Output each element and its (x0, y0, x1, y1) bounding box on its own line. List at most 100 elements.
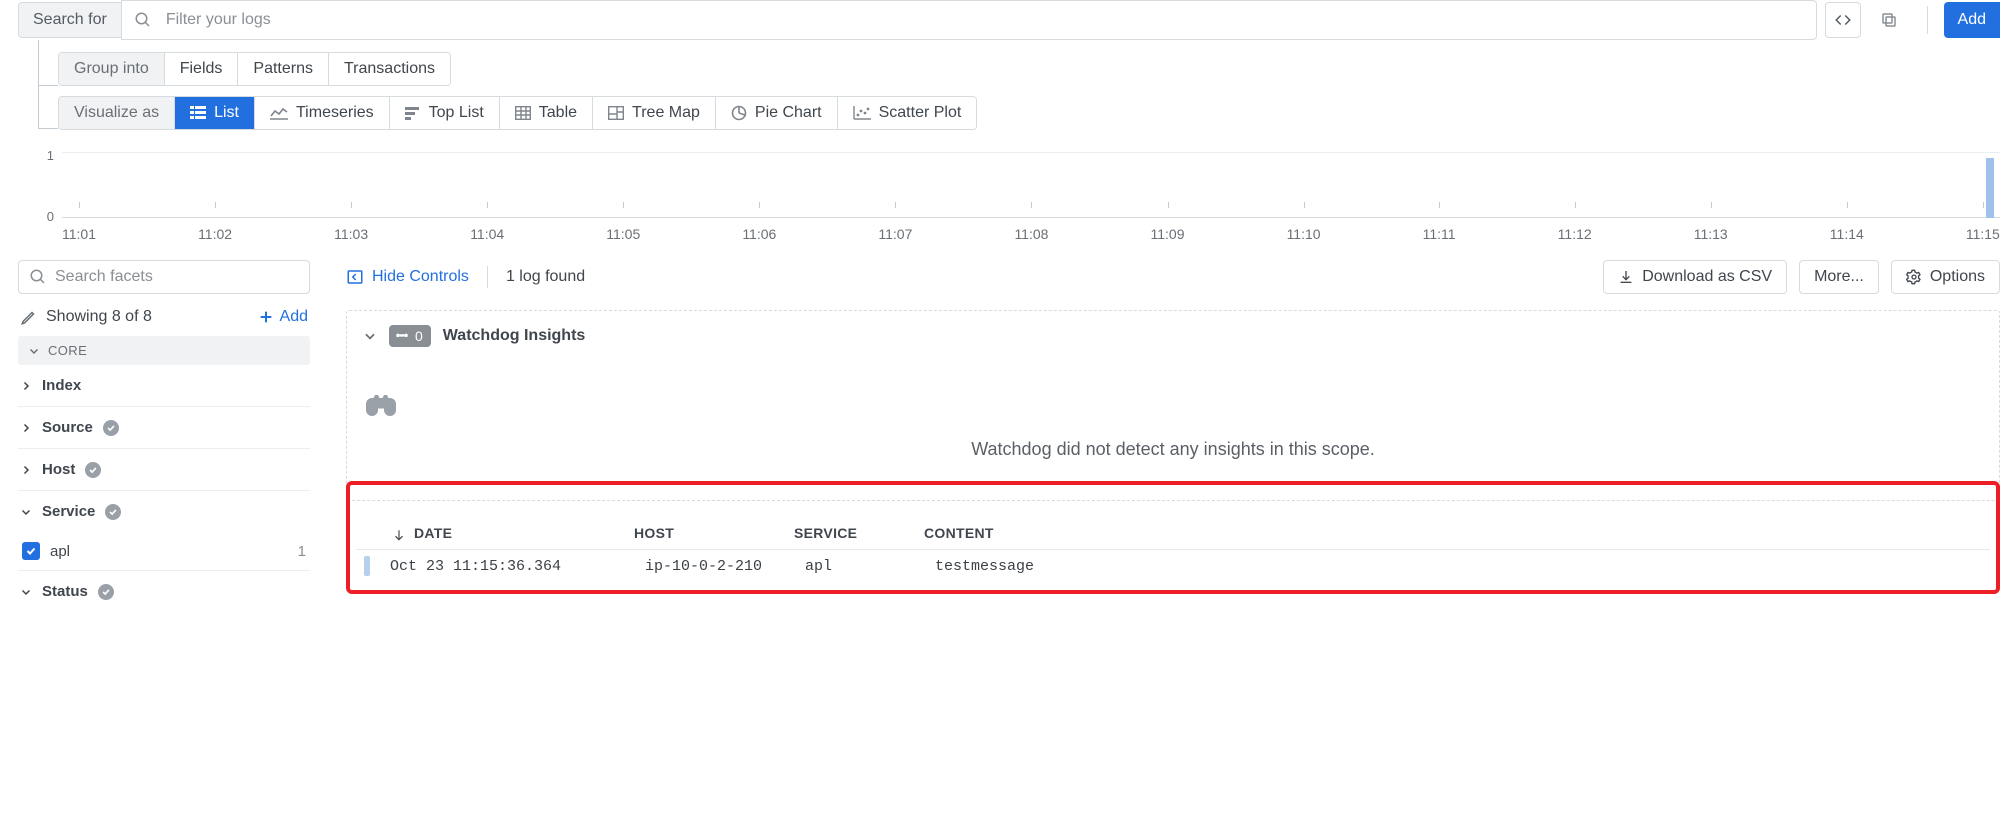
main-toolbar: Hide Controls 1 log found Download as CS… (346, 260, 2000, 294)
insights-badge: 0 (389, 325, 431, 347)
col-host-label[interactable]: HOST (634, 525, 774, 541)
viz-treemap[interactable]: Tree Map (593, 97, 716, 129)
divider (1927, 6, 1928, 34)
piechart-icon (731, 105, 747, 121)
facet-service-apl[interactable]: apl 1 (18, 532, 310, 571)
tab-transactions[interactable]: Transactions (329, 53, 450, 85)
facet-host[interactable]: Host (18, 449, 310, 491)
check-dot-icon (105, 504, 121, 520)
viz-treemap-label: Tree Map (632, 104, 700, 121)
viz-timeseries[interactable]: Timeseries (255, 97, 390, 129)
xtick: 11:15 (1966, 226, 2000, 242)
x-ticks: 11:01 11:02 11:03 11:04 11:05 11:06 11:0… (62, 226, 2000, 242)
status-marker (364, 556, 370, 576)
search-icon (29, 268, 47, 286)
chevron-down-icon (20, 506, 32, 518)
facet-status[interactable]: Status (18, 571, 310, 612)
facet-item-label: Index (42, 377, 81, 394)
check-dot-icon (103, 420, 119, 436)
facet-item-label: Status (42, 583, 88, 600)
col-content-label[interactable]: CONTENT (924, 525, 1978, 541)
facet-item-label: Source (42, 419, 93, 436)
facet-header: Showing 8 of 8 Add (18, 308, 310, 326)
facets-sidebar: Showing 8 of 8 Add CORE Index Source Hos… (0, 260, 310, 612)
visualize-as-tabs: Visualize as List Timeseries Top List Ta… (58, 96, 977, 130)
xtick: 11:11 (1423, 226, 1456, 242)
main-panel: Hide Controls 1 log found Download as CS… (310, 260, 2000, 612)
viz-toplist[interactable]: Top List (390, 97, 500, 129)
check-dot-icon (85, 462, 101, 478)
facet-group-core[interactable]: CORE (18, 336, 310, 365)
chevron-down-icon (28, 345, 40, 357)
highlighted-row: DATE HOST SERVICE CONTENT Oct 23 11:15:3… (346, 481, 2000, 594)
cell-content: testmessage (935, 558, 1978, 575)
facet-leaf-count: 1 (298, 543, 306, 560)
pencil-icon (20, 308, 38, 326)
more-button[interactable]: More... (1799, 260, 1879, 294)
chevron-down-icon (20, 586, 32, 598)
insights-empty: Watchdog did not detect any insights in … (363, 389, 1983, 460)
cell-service: apl (805, 558, 915, 575)
hide-controls-button[interactable]: Hide Controls (346, 268, 469, 286)
hide-controls-label: Hide Controls (372, 268, 469, 286)
download-csv-button[interactable]: Download as CSV (1603, 260, 1787, 294)
arrow-down-icon[interactable] (392, 528, 406, 542)
toplist-icon (405, 106, 421, 120)
chevron-down-icon[interactable] (363, 329, 377, 343)
insights-empty-text: Watchdog did not detect any insights in … (363, 439, 1983, 460)
facet-service[interactable]: Service (18, 491, 310, 532)
viz-scatter-label: Scatter Plot (879, 104, 962, 121)
xtick: 11:01 (62, 226, 96, 242)
search-icon (134, 11, 152, 29)
log-count: 1 log found (506, 268, 585, 286)
facet-group-label: CORE (48, 343, 87, 358)
col-date-label[interactable]: DATE (414, 525, 452, 541)
viz-table[interactable]: Table (500, 97, 593, 129)
search-bar: Search for Add (0, 0, 2000, 40)
binoculars-icon (395, 329, 409, 343)
xtick: 11:09 (1151, 226, 1185, 242)
log-table: DATE HOST SERVICE CONTENT Oct 23 11:15:3… (346, 481, 2000, 594)
tab-fields[interactable]: Fields (165, 53, 239, 85)
facet-item-label: Host (42, 461, 75, 478)
options-button[interactable]: Options (1891, 260, 2000, 294)
viz-piechart[interactable]: Pie Chart (716, 97, 838, 129)
collapse-icon (346, 268, 364, 286)
facet-search[interactable] (18, 260, 310, 294)
checkbox-checked-icon[interactable] (22, 542, 40, 560)
xtick: 11:02 (198, 226, 232, 242)
watchdog-insights-card: 0 Watchdog Insights Watchdog did not det… (346, 310, 2000, 501)
x-axis (62, 217, 2000, 218)
col-service-label[interactable]: SERVICE (794, 525, 904, 541)
xtick: 11:08 (1014, 226, 1048, 242)
treemap-icon (608, 106, 624, 120)
copy-icon[interactable] (1871, 2, 1907, 38)
search-for-label: Search for (18, 2, 121, 38)
search-input[interactable] (160, 3, 1804, 37)
log-timeline-chart[interactable]: 1 0 11:01 11:02 11:03 11:04 11:05 11:06 … (40, 152, 2000, 242)
gear-icon (1906, 269, 1922, 285)
xtick: 11:13 (1694, 226, 1728, 242)
code-toggle-button[interactable] (1825, 2, 1861, 38)
gridline (62, 152, 2000, 153)
facet-search-input[interactable] (55, 268, 299, 286)
facet-index[interactable]: Index (18, 365, 310, 407)
viz-toplist-label: Top List (429, 104, 484, 121)
more-label: More... (1814, 268, 1864, 286)
download-icon (1618, 269, 1634, 285)
tab-patterns[interactable]: Patterns (238, 53, 329, 85)
plus-icon (258, 309, 274, 325)
log-row[interactable]: Oct 23 11:15:36.364 ip-10-0-2-210 apl te… (356, 550, 1990, 582)
add-button[interactable]: Add (1944, 2, 2000, 38)
xtick: 11:05 (606, 226, 640, 242)
viz-scatter[interactable]: Scatter Plot (838, 97, 977, 129)
add-facet-button[interactable]: Add (258, 308, 308, 326)
viz-list[interactable]: List (175, 97, 255, 129)
check-dot-icon (98, 584, 114, 600)
cell-date: Oct 23 11:15:36.364 (390, 558, 625, 575)
table-icon (515, 106, 531, 120)
xtick: 11:04 (470, 226, 504, 242)
search-input-wrap[interactable] (121, 0, 1817, 40)
facet-source[interactable]: Source (18, 407, 310, 449)
viz-list-label: List (214, 104, 239, 121)
